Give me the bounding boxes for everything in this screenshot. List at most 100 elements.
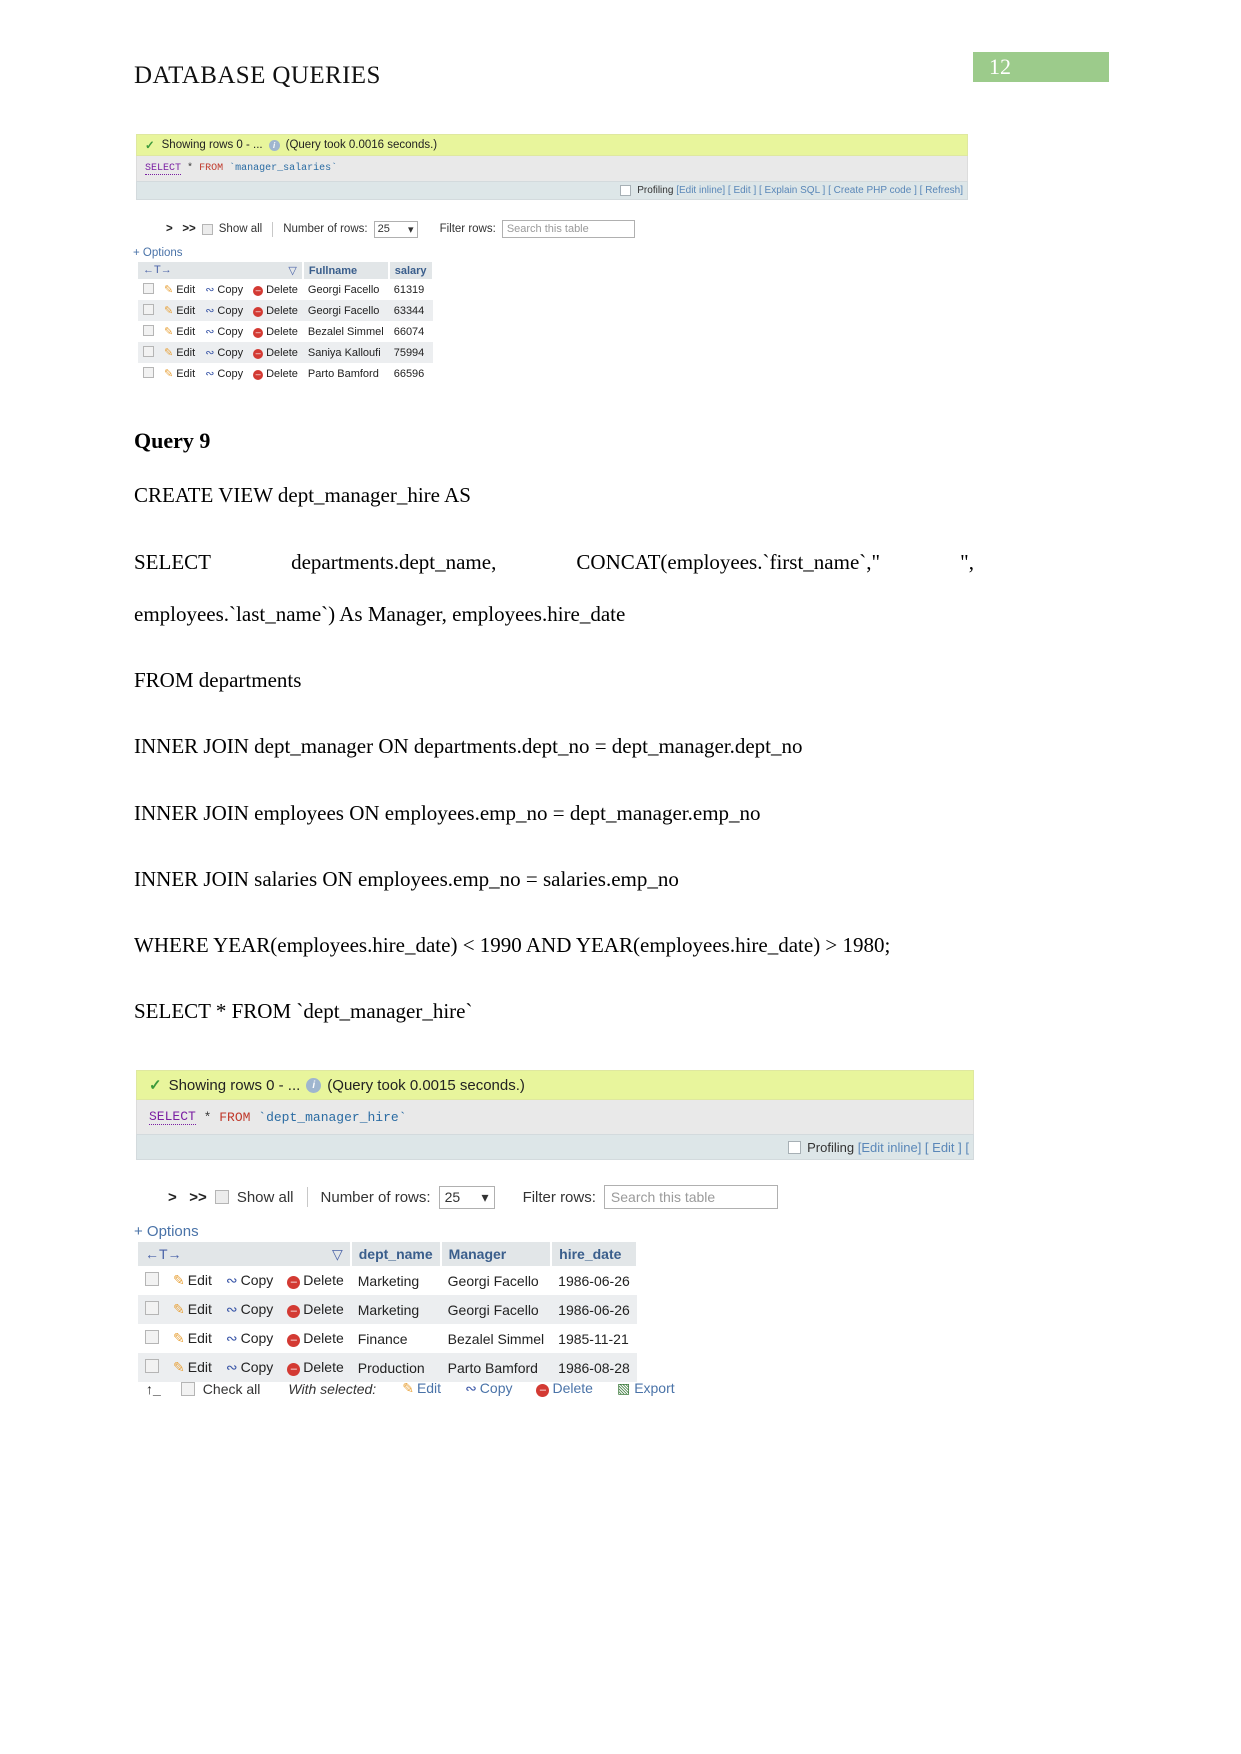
chevron-down-icon: ▾ bbox=[408, 223, 414, 236]
row-delete-action[interactable]: – Delete bbox=[280, 1266, 351, 1295]
row-copy-action[interactable]: ∾ Copy bbox=[200, 321, 249, 342]
next-page-arrow-1[interactable]: > bbox=[166, 223, 173, 235]
row-delete-action[interactable]: – Delete bbox=[280, 1295, 351, 1324]
query-success-bar-1: ✓ Showing rows 0 - ... i (Query took 0.0… bbox=[136, 134, 968, 156]
row-checkbox-cell[interactable] bbox=[138, 279, 159, 300]
showing-rows-text-1: Showing rows 0 - ... bbox=[161, 139, 263, 151]
row-edit-action[interactable]: ✎ Edit bbox=[166, 1353, 219, 1382]
profiling-checkbox-1[interactable] bbox=[620, 185, 632, 196]
row-copy-action[interactable]: ∾ Copy bbox=[200, 363, 249, 384]
column-header-salary[interactable]: salary bbox=[388, 262, 434, 279]
row-copy-action[interactable]: ∾ Copy bbox=[218, 1295, 281, 1324]
row-checkbox-cell[interactable] bbox=[138, 1353, 166, 1382]
row-checkbox-cell[interactable] bbox=[138, 1324, 166, 1353]
filter-rows-label-2: Filter rows: bbox=[522, 1188, 596, 1206]
row-copy-action[interactable]: ∾ Copy bbox=[200, 300, 249, 321]
row-copy-action[interactable]: ∾ Copy bbox=[218, 1324, 281, 1353]
row-checkbox-cell[interactable] bbox=[138, 300, 159, 321]
row-checkbox-cell[interactable] bbox=[138, 1266, 166, 1295]
footer-delete-action[interactable]: – Delete bbox=[536, 1380, 593, 1397]
last-page-arrow-1[interactable]: >> bbox=[182, 223, 195, 235]
select-concat: CONCAT(employees.`first_name`," bbox=[576, 550, 881, 574]
profiling-links-1[interactable]: [Edit inline] [ Edit ] [ Explain SQL ] [… bbox=[676, 185, 963, 196]
sort-control-header-2[interactable]: ←T→ ▽ bbox=[138, 1242, 352, 1266]
row-checkbox-cell[interactable] bbox=[138, 321, 159, 342]
page-number-badge: 12 bbox=[973, 52, 1109, 82]
row-checkbox[interactable] bbox=[145, 1272, 159, 1286]
row-checkbox[interactable] bbox=[143, 324, 154, 336]
row-edit-action[interactable]: ✎ Edit bbox=[166, 1295, 219, 1324]
row-delete-action[interactable]: – Delete bbox=[248, 300, 303, 321]
footer-edit-action[interactable]: ✎ Edit bbox=[402, 1380, 441, 1397]
row-checkbox[interactable] bbox=[145, 1301, 159, 1315]
sort-control-header-1[interactable]: ←T→ ▽ bbox=[138, 262, 304, 279]
row-edit-action[interactable]: ✎ Edit bbox=[159, 363, 201, 384]
row-edit-action[interactable]: ✎ Edit bbox=[159, 321, 201, 342]
select-all-arrow-icon[interactable]: ↑_ bbox=[146, 1381, 161, 1397]
column-header-manager[interactable]: Manager bbox=[440, 1242, 553, 1266]
profiling-checkbox-2[interactable] bbox=[788, 1140, 802, 1154]
edit-label: Edit bbox=[176, 284, 196, 296]
check-all-checkbox[interactable] bbox=[180, 1381, 195, 1396]
select-kw: SELECT bbox=[134, 550, 211, 574]
sql-query-display-1[interactable]: SELECT * FROM `manager_salaries` bbox=[136, 156, 968, 181]
column-header-hire-date[interactable]: hire_date bbox=[551, 1242, 638, 1266]
row-checkbox[interactable] bbox=[143, 303, 154, 315]
profiling-bar-1: Profiling [Edit inline] [ Edit ] [ Expla… bbox=[136, 181, 968, 200]
row-checkbox-cell[interactable] bbox=[138, 1295, 166, 1324]
row-delete-action[interactable]: – Delete bbox=[248, 363, 303, 384]
row-checkbox[interactable] bbox=[145, 1330, 159, 1344]
row-copy-action[interactable]: ∾ Copy bbox=[218, 1266, 281, 1295]
row-checkbox[interactable] bbox=[143, 366, 154, 378]
show-all-checkbox-1[interactable] bbox=[201, 223, 213, 235]
footer-copy-action[interactable]: ∾ Copy bbox=[465, 1380, 512, 1397]
cell-salary: 61319 bbox=[388, 279, 433, 300]
show-all-checkbox-2[interactable] bbox=[214, 1190, 229, 1204]
row-copy-action[interactable]: ∾ Copy bbox=[218, 1353, 281, 1382]
row-copy-action[interactable]: ∾ Copy bbox=[200, 279, 249, 300]
filter-rows-input-1[interactable]: Search this table bbox=[501, 220, 635, 238]
pencil-icon: ✎ bbox=[173, 1330, 185, 1346]
chevron-down-icon: ▾ bbox=[481, 1188, 489, 1205]
row-delete-action[interactable]: – Delete bbox=[248, 279, 303, 300]
row-delete-action[interactable]: – Delete bbox=[248, 321, 303, 342]
pencil-icon: ✎ bbox=[402, 1380, 414, 1396]
options-toggle-2[interactable]: + Options bbox=[134, 1223, 199, 1240]
next-page-arrow-2[interactable]: > bbox=[168, 1189, 177, 1206]
table-row: ✎ Edit ∾ Copy – Delete Finance Bezalel Simm… bbox=[138, 1324, 637, 1353]
number-of-rows-value-2: 25 bbox=[444, 1189, 461, 1205]
row-delete-action[interactable]: – Delete bbox=[280, 1324, 351, 1353]
copy-label: Copy bbox=[217, 284, 244, 296]
row-checkbox-cell[interactable] bbox=[138, 342, 159, 363]
number-of-rows-select-1[interactable]: 25 ▾ bbox=[373, 220, 418, 238]
sql-keyword-from: FROM bbox=[199, 163, 224, 174]
row-checkbox[interactable] bbox=[145, 1359, 159, 1373]
row-checkbox-cell[interactable] bbox=[138, 363, 159, 384]
row-checkbox[interactable] bbox=[143, 282, 154, 294]
row-edit-action[interactable]: ✎ Edit bbox=[159, 279, 201, 300]
info-icon: i bbox=[306, 1077, 322, 1093]
filter-rows-input-2[interactable]: Search this table bbox=[603, 1185, 778, 1209]
profiling-links-2[interactable]: [Edit inline] [ Edit ] [ bbox=[858, 1140, 969, 1155]
number-of-rows-select-2[interactable]: 25 ▾ bbox=[438, 1185, 495, 1209]
footer-export-action[interactable]: ▧ Export bbox=[617, 1380, 675, 1397]
column-header-dept-name[interactable]: dept_name bbox=[350, 1242, 442, 1266]
query9-line-join-employees: INNER JOIN employees ON employees.emp_no… bbox=[134, 801, 761, 825]
options-toggle-1[interactable]: + Options bbox=[133, 247, 183, 259]
last-page-arrow-2[interactable]: >> bbox=[189, 1189, 207, 1206]
footer-copy-label: Copy bbox=[479, 1380, 513, 1396]
row-checkbox[interactable] bbox=[143, 345, 154, 357]
row-delete-action[interactable]: – Delete bbox=[248, 342, 303, 363]
column-header-fullname[interactable]: Fullname bbox=[302, 262, 390, 279]
sql-query-display-2[interactable]: SELECT * FROM `dept_manager_hire` bbox=[136, 1100, 974, 1134]
delete-label: Delete bbox=[303, 1301, 344, 1317]
info-icon: i bbox=[268, 139, 280, 151]
row-edit-action[interactable]: ✎ Edit bbox=[166, 1324, 219, 1353]
sql-star: * bbox=[203, 1109, 212, 1125]
table-row: ✎ Edit ∾ Copy – Delete Saniya Kalloufi 7599… bbox=[138, 342, 433, 363]
row-edit-action[interactable]: ✎ Edit bbox=[159, 342, 201, 363]
row-copy-action[interactable]: ∾ Copy bbox=[200, 342, 249, 363]
row-edit-action[interactable]: ✎ Edit bbox=[159, 300, 201, 321]
row-edit-action[interactable]: ✎ Edit bbox=[166, 1266, 219, 1295]
row-delete-action[interactable]: – Delete bbox=[280, 1353, 351, 1382]
